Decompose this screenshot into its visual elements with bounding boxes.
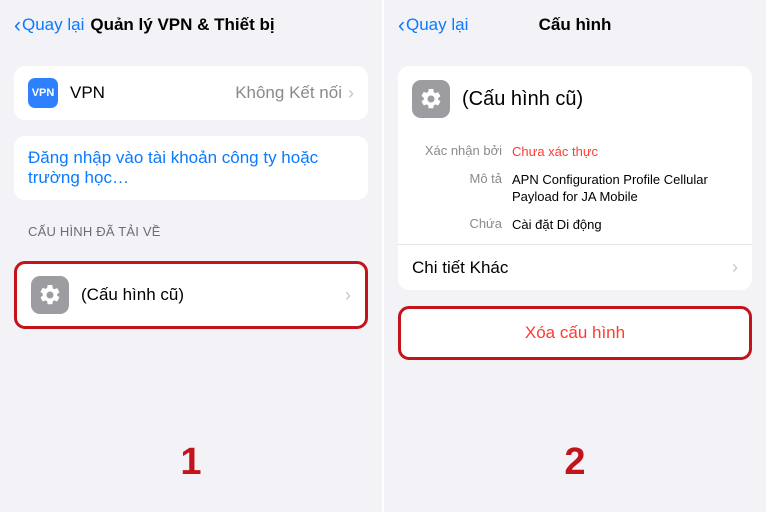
profile-detail-card: (Cấu hình cũ) Xác nhận bởi Chưa xác thực…	[398, 66, 752, 290]
gear-icon	[31, 276, 69, 314]
contains-row: Chứa Cài đặt Di động	[398, 211, 752, 239]
navbar: ‹ Quay lại Quản lý VPN & Thiết bị	[0, 0, 382, 50]
chevron-left-icon: ‹	[14, 15, 21, 36]
delete-profile-button[interactable]: Xóa cấu hình	[401, 309, 749, 357]
more-details-label: Chi tiết Khác	[412, 258, 732, 278]
section-header-downloaded: CẤU HÌNH ĐÃ TẢI VỀ	[28, 224, 354, 239]
chevron-right-icon: ›	[732, 257, 738, 278]
signin-link: Đăng nhập vào tài khoản công ty hoặc trư…	[28, 148, 354, 188]
navbar: ‹ Quay lại Cấu hình	[384, 0, 766, 50]
gear-icon	[412, 80, 450, 118]
contains-value: Cài đặt Di động	[512, 216, 738, 234]
chevron-left-icon: ‹	[398, 15, 405, 36]
chevron-right-icon: ›	[348, 83, 354, 104]
description-value: APN Configuration Profile Cellular Paylo…	[512, 171, 738, 206]
chevron-right-icon: ›	[345, 285, 351, 306]
profile-name: (Cấu hình cũ)	[81, 285, 345, 305]
contains-label: Chứa	[412, 216, 512, 234]
vpn-label: VPN	[70, 83, 235, 103]
vpn-icon: VPN	[28, 78, 58, 108]
more-details-row[interactable]: Chi tiết Khác ›	[398, 244, 752, 290]
profile-row[interactable]: (Cấu hình cũ) ›	[17, 264, 365, 326]
page-title: Quản lý VPN & Thiết bị	[90, 15, 274, 35]
verified-by-value: Chưa xác thực	[512, 143, 738, 161]
vpn-row[interactable]: VPN VPN Không Kết nối ›	[14, 66, 368, 120]
back-button[interactable]: ‹ Quay lại	[398, 15, 468, 36]
description-label: Mô tả	[412, 171, 512, 206]
back-button[interactable]: ‹ Quay lại	[14, 15, 84, 36]
step-number: 2	[384, 441, 766, 484]
verified-by-label: Xác nhận bởi	[412, 143, 512, 161]
downloaded-profile-card: (Cấu hình cũ) ›	[14, 261, 368, 329]
signin-card: Đăng nhập vào tài khoản công ty hoặc trư…	[14, 136, 368, 200]
screen-vpn-device-management: ‹ Quay lại Quản lý VPN & Thiết bị VPN VP…	[0, 0, 384, 512]
vpn-status: Không Kết nối	[235, 83, 342, 103]
profile-name: (Cấu hình cũ)	[462, 88, 583, 111]
step-number: 1	[0, 441, 382, 484]
profile-header-row: (Cấu hình cũ)	[398, 66, 752, 132]
back-label: Quay lại	[22, 15, 84, 35]
screen-profile-detail: ‹ Quay lại Cấu hình (Cấu hình cũ) Xác nh…	[384, 0, 768, 512]
back-label: Quay lại	[406, 15, 468, 35]
delete-profile-card: Xóa cấu hình	[398, 306, 752, 360]
vpn-card: VPN VPN Không Kết nối ›	[14, 66, 368, 120]
verified-by-row: Xác nhận bởi Chưa xác thực	[398, 138, 752, 166]
description-row: Mô tả APN Configuration Profile Cellular…	[398, 166, 752, 211]
signin-row[interactable]: Đăng nhập vào tài khoản công ty hoặc trư…	[14, 136, 368, 200]
